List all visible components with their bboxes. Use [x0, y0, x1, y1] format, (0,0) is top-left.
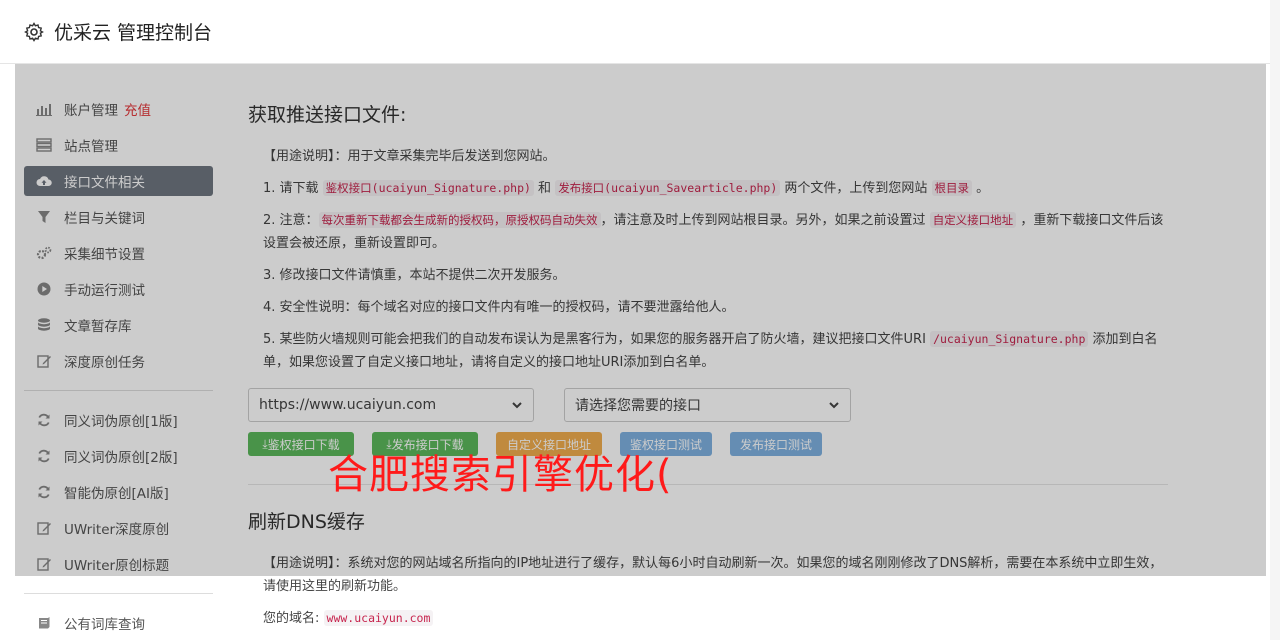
chevron-down-icon: [511, 399, 523, 411]
refresh-icon: [36, 448, 52, 464]
sidebar-item-manual-run[interactable]: 手动运行测试: [24, 274, 213, 304]
code-signature: 鉴权接口(ucaiyun_Signature.php): [322, 180, 534, 196]
scrollbar[interactable]: [1270, 0, 1280, 640]
sidebar-item-label: 手动运行测试: [64, 283, 145, 299]
play-circle-icon: [36, 281, 52, 297]
sidebar-item-uwriter-title[interactable]: UWriter原创标题: [24, 549, 213, 579]
usage-note: 【用途说明】：用于文章采集完毕后发送到您网站。: [263, 149, 556, 164]
text: 1. 请下载: [263, 181, 323, 196]
domain-value: www.ucaiyun.com: [323, 610, 434, 626]
edit-icon: [36, 520, 52, 536]
sidebar-item-label: UWriter深度原创: [64, 522, 170, 538]
text: 和: [533, 181, 556, 196]
top-bar: 优采云 管理控制台: [0, 0, 1270, 64]
content-panel: 获取推送接口文件: 【用途说明】：用于文章采集完毕后发送到您网站。 1. 请下载…: [248, 100, 1168, 639]
sidebar-item-label: 同义词伪原创[1版]: [64, 414, 178, 430]
code-custom-url: 自定义接口地址: [929, 212, 1017, 228]
refresh-icon: [36, 484, 52, 500]
sidebar-item-account[interactable]: 账户管理 充值: [24, 94, 213, 124]
select-row: https://www.ucaiyun.com 请选择您需要的接口: [248, 388, 1168, 422]
api-select-value: 请选择您需要的接口: [575, 398, 701, 414]
code-root: 根目录: [931, 180, 973, 196]
code-uri: /ucaiyun_Signature.php: [930, 331, 1089, 347]
sidebar-item-label: 深度原创任务: [64, 355, 145, 371]
domain-row: 您的域名: www.ucaiyun.com: [248, 607, 1168, 630]
sidebar-item-label: 文章暂存库: [64, 319, 132, 335]
app-title: 优采云 管理控制台: [54, 22, 213, 44]
instruction-2: 2. 注意： 每次重新下载都会生成新的授权码，原授权码自动失效 ，请注意及时上传到网…: [248, 209, 1168, 255]
chevron-down-icon: [828, 399, 840, 411]
sidebar-item-sites[interactable]: 站点管理: [24, 130, 213, 160]
refresh-icon: [36, 412, 52, 428]
cloud-upload-icon: [36, 173, 52, 189]
gear-icon: [24, 21, 44, 42]
code-warning: 每次重新下载都会生成新的授权码，原授权码自动失效: [318, 212, 601, 228]
text: 两个文件，上传到您网站: [780, 181, 932, 196]
sidebar-item-uwriter-deep[interactable]: UWriter深度原创: [24, 513, 213, 543]
sidebar-item-article-storage[interactable]: 文章暂存库: [24, 310, 213, 340]
api-select[interactable]: 请选择您需要的接口: [564, 388, 851, 422]
instruction-4: 4. 安全性说明：每个域名对应的接口文件内有唯一的授权码，请不要泄露给他人。: [263, 300, 735, 315]
text: 5. 某些防火墙规则可能会把我们的自动发布误认为是黑客行为，如果您的服务器开启了…: [263, 332, 931, 347]
sidebar-item-synonym-v2[interactable]: 同义词伪原创[2版]: [24, 441, 213, 471]
sidebar-item-ai-original[interactable]: 智能伪原创[AI版]: [24, 477, 213, 507]
sidebar-item-public-dict[interactable]: 公有词库查询: [24, 608, 213, 638]
test-publish-button[interactable]: 发布接口测试: [730, 432, 822, 456]
dns-usage-note: 【用途说明】：系统对您的网站域名所指向的IP地址进行了缓存，默认每6小时自动刷新…: [263, 556, 1163, 594]
cogs-icon: [36, 245, 52, 261]
book-icon: [36, 615, 52, 631]
sidebar-item-label: 智能伪原创[AI版]: [64, 486, 169, 502]
sidebar-item-collect-settings[interactable]: 采集细节设置: [24, 238, 213, 268]
text: 2. 注意：: [263, 213, 319, 228]
sidebar-divider: [24, 593, 213, 594]
sidebar-item-synonym-v1[interactable]: 同义词伪原创[1版]: [24, 405, 213, 435]
edit-icon: [36, 556, 52, 572]
sidebar-item-label: 栏目与关键词: [64, 211, 145, 227]
sidebar: 账户管理 充值 站点管理 接口文件相关 栏目与关键词 采集细节设置 手动运行测试…: [24, 94, 213, 640]
filter-icon: [36, 209, 52, 225]
site-select[interactable]: https://www.ucaiyun.com: [248, 388, 534, 422]
sidebar-item-label: 站点管理: [64, 139, 118, 155]
section-title-api: 获取推送接口文件:: [248, 104, 407, 126]
sidebar-item-label: 同义词伪原创[2版]: [64, 450, 178, 466]
main-area: 账户管理 充值 站点管理 接口文件相关 栏目与关键词 采集细节设置 手动运行测试…: [15, 64, 1266, 640]
recharge-link[interactable]: 充值: [124, 99, 151, 119]
watermark-text: 合肥搜索引擎优化(: [328, 452, 673, 498]
database-icon: [36, 317, 52, 333]
section-title-dns: 刷新DNS缓存: [248, 511, 365, 533]
text: 。: [972, 181, 990, 196]
sidebar-item-label: 公有词库查询: [64, 617, 145, 633]
instruction-3: 3. 修改接口文件请慎重，本站不提供二次开发服务。: [263, 268, 566, 283]
instruction-1: 1. 请下载 鉴权接口(ucaiyun_Signature.php) 和 发布接…: [248, 177, 1168, 200]
sidebar-item-label: 接口文件相关: [64, 175, 145, 191]
sidebar-item-label: 采集细节设置: [64, 247, 145, 263]
sidebar-item-label: 账户管理: [64, 103, 118, 119]
sidebar-divider: [24, 390, 213, 391]
text: ，请注意及时上传到网站根目录。另外，如果之前设置过: [600, 213, 930, 228]
sidebar-item-api-files[interactable]: 接口文件相关: [24, 166, 213, 196]
instruction-5: 5. 某些防火墙规则可能会把我们的自动发布误认为是黑客行为，如果您的服务器开启了…: [248, 328, 1168, 374]
server-icon: [36, 137, 52, 153]
edit-icon: [36, 353, 52, 369]
sidebar-item-deep-original[interactable]: 深度原创任务: [24, 346, 213, 376]
button-label: 发布接口测试: [739, 437, 812, 452]
sidebar-item-categories[interactable]: 栏目与关键词: [24, 202, 213, 232]
bar-chart-icon: [36, 101, 52, 117]
code-savearticle: 发布接口(ucaiyun_Savearticle.php): [555, 180, 781, 196]
domain-label: 您的域名:: [263, 611, 320, 626]
site-select-value: https://www.ucaiyun.com: [259, 397, 437, 413]
sidebar-item-label: UWriter原创标题: [64, 558, 170, 574]
